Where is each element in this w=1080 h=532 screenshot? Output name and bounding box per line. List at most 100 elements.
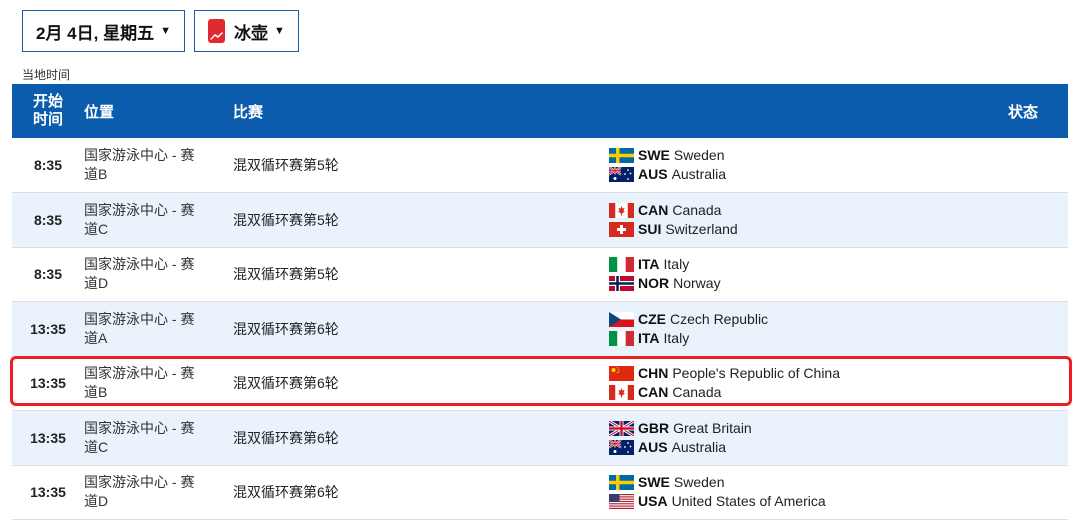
team-code: NOR (638, 275, 670, 292)
table-row[interactable]: 8:35 国家游泳中心 - 赛 道D 混双循环赛第5轮 ITA Italy NO… (12, 247, 1068, 302)
team-entry[interactable]: SWE Sweden (609, 146, 1008, 165)
team-name: Australia (671, 166, 727, 182)
event-name[interactable]: 混双循环赛第5轮 (233, 193, 609, 248)
team-name: Canada (672, 384, 722, 401)
matchup: GBR Great Britain AUS Australia (608, 411, 1008, 466)
status-cell (1008, 302, 1068, 357)
date-dropdown-label: 2月 4日, 星期五 (36, 23, 155, 43)
table-row[interactable]: 13:35 国家游泳中心 - 赛 道C 混双循环赛第6轮 GBR Great B… (12, 410, 1068, 466)
great-britain-flag-icon (608, 419, 635, 438)
header-status: 状态 (1008, 103, 1039, 121)
team-code: SWE (638, 147, 670, 163)
timezone-note: 当地时间 (22, 68, 71, 82)
team-entry[interactable]: NOR Norway (609, 274, 1008, 293)
czech-flag-icon (609, 311, 634, 327)
table-row[interactable]: 8:35 国家游泳中心 - 赛 道B 混双循环赛第5轮 SWE Sweden A… (12, 138, 1068, 193)
team-entry[interactable]: ITA Italy (609, 329, 1008, 348)
header-event: 比赛 (233, 103, 264, 121)
status-cell (1008, 465, 1068, 520)
team-entry[interactable]: GBR Great Britain (608, 419, 1008, 438)
filter-controls: 2月 4日, 星期五 ▼ 冰壶 ▼ (22, 10, 299, 52)
team-name: Great Britain (673, 419, 752, 436)
team-code: CHN (638, 365, 669, 382)
team-name: United States of America (671, 493, 826, 510)
event-name[interactable]: 混双循环赛第6轮 (233, 411, 609, 466)
event-name[interactable]: 混双循环赛第5轮 (233, 247, 609, 302)
status-cell (1008, 138, 1068, 193)
australia-flag-icon (608, 438, 634, 455)
venue: 国家游泳中心 - 赛 道B (84, 365, 195, 401)
curling-icon (207, 19, 225, 43)
start-time: 13:35 (30, 429, 66, 446)
venue: 国家游泳中心 - 赛 道B (84, 147, 195, 182)
team-entry[interactable]: AUS Australia (608, 165, 1008, 184)
italy-flag-icon (609, 257, 634, 273)
team-name: Italy (663, 256, 690, 273)
event-name[interactable]: 混双循环赛第5轮 (233, 138, 609, 193)
team-code: SWE (638, 474, 670, 491)
event-name[interactable]: 混双循环赛第6轮 (233, 302, 609, 357)
usa-flag-icon (609, 494, 634, 510)
team-name: Australia (671, 438, 727, 455)
team-entry[interactable]: CHN People's Republic of China (609, 364, 1008, 383)
team-code: CAN (638, 201, 669, 218)
schedule-table: 开始 时间 位置 比赛 状态 8:35 国家游泳中心 - 赛 道B 混双循环赛第… (12, 84, 1068, 520)
date-dropdown[interactable]: 2月 4日, 星期五 ▼ (22, 10, 185, 52)
matchup: SWE Sweden AUS Australia (608, 138, 1008, 193)
team-code: AUS (638, 166, 668, 182)
matchup: SWE Sweden USA United States of America (609, 465, 1008, 520)
team-code: CZE (638, 310, 666, 327)
team-entry[interactable]: ITA Italy (609, 255, 1008, 274)
event-name[interactable]: 混双循环赛第6轮 (233, 465, 609, 520)
italy-flag-icon (609, 330, 634, 346)
team-name: Czech Republic (670, 310, 769, 327)
australia-flag-icon (608, 166, 634, 182)
team-name: Norway (673, 275, 721, 292)
matchup: ITA Italy NOR Norway (609, 247, 1008, 302)
start-time: 13:35 (30, 320, 66, 337)
venue: 国家游泳中心 - 赛 道C (84, 201, 195, 237)
header-teams (609, 84, 1008, 138)
team-code: SUI (638, 220, 662, 237)
status-cell (1008, 193, 1068, 248)
venue: 国家游泳中心 - 赛 道D (84, 474, 195, 510)
china-flag-icon (609, 366, 634, 382)
status-cell (1008, 356, 1068, 411)
team-name: Sweden (673, 147, 725, 163)
table-row[interactable]: 13:35 国家游泳中心 - 赛 道A 混双循环赛第6轮 CZE Czech R… (12, 301, 1068, 357)
venue: 国家游泳中心 - 赛 道A (84, 310, 195, 346)
team-entry[interactable]: AUS Australia (608, 438, 1008, 457)
team-entry[interactable]: SWE Sweden (609, 473, 1008, 492)
team-entry[interactable]: USA United States of America (609, 492, 1008, 511)
team-name: Canada (672, 201, 722, 218)
sport-dropdown[interactable]: 冰壶 ▼ (193, 10, 299, 52)
table-row[interactable]: 8:35 国家游泳中心 - 赛 道C 混双循环赛第5轮 CAN Canada S… (12, 192, 1068, 248)
sport-dropdown-label: 冰壶 (233, 23, 268, 43)
header-start-time: 开始 时间 (32, 93, 63, 128)
start-time: 13:35 (30, 375, 66, 392)
team-entry[interactable]: CZE Czech Republic (609, 310, 1008, 329)
start-time: 8:35 (33, 157, 63, 173)
start-time: 8:35 (33, 211, 63, 228)
venue: 国家游泳中心 - 赛 道D (84, 256, 195, 292)
table-row[interactable]: 13:35 国家游泳中心 - 赛 道D 混双循环赛第6轮 SWE Sweden … (12, 465, 1068, 520)
team-entry[interactable]: SUI Switzerland (609, 220, 1008, 239)
team-code: CAN (638, 384, 669, 401)
canada-flag-icon (609, 202, 634, 218)
team-entry[interactable]: CAN Canada (609, 201, 1008, 220)
team-code: ITA (638, 329, 660, 346)
team-code: USA (638, 493, 668, 510)
matchup: CHN People's Republic of China CAN Canad… (609, 356, 1008, 411)
team-entry[interactable]: CAN Canada (609, 383, 1008, 402)
team-name: Switzerland (665, 220, 738, 237)
sweden-flag-icon (609, 475, 634, 491)
table-header-row: 开始 时间 位置 比赛 状态 (12, 84, 1068, 138)
sweden-flag-icon (609, 148, 634, 163)
event-name[interactable]: 混双循环赛第6轮 (233, 356, 609, 411)
start-time: 8:35 (33, 266, 63, 283)
table-row[interactable]: 13:35 国家游泳中心 - 赛 道B 混双循环赛第6轮 CHN People'… (12, 356, 1068, 411)
status-cell (1008, 411, 1068, 466)
canada-flag-icon (609, 385, 634, 401)
team-code: ITA (638, 256, 660, 273)
team-name: Sweden (673, 474, 725, 491)
